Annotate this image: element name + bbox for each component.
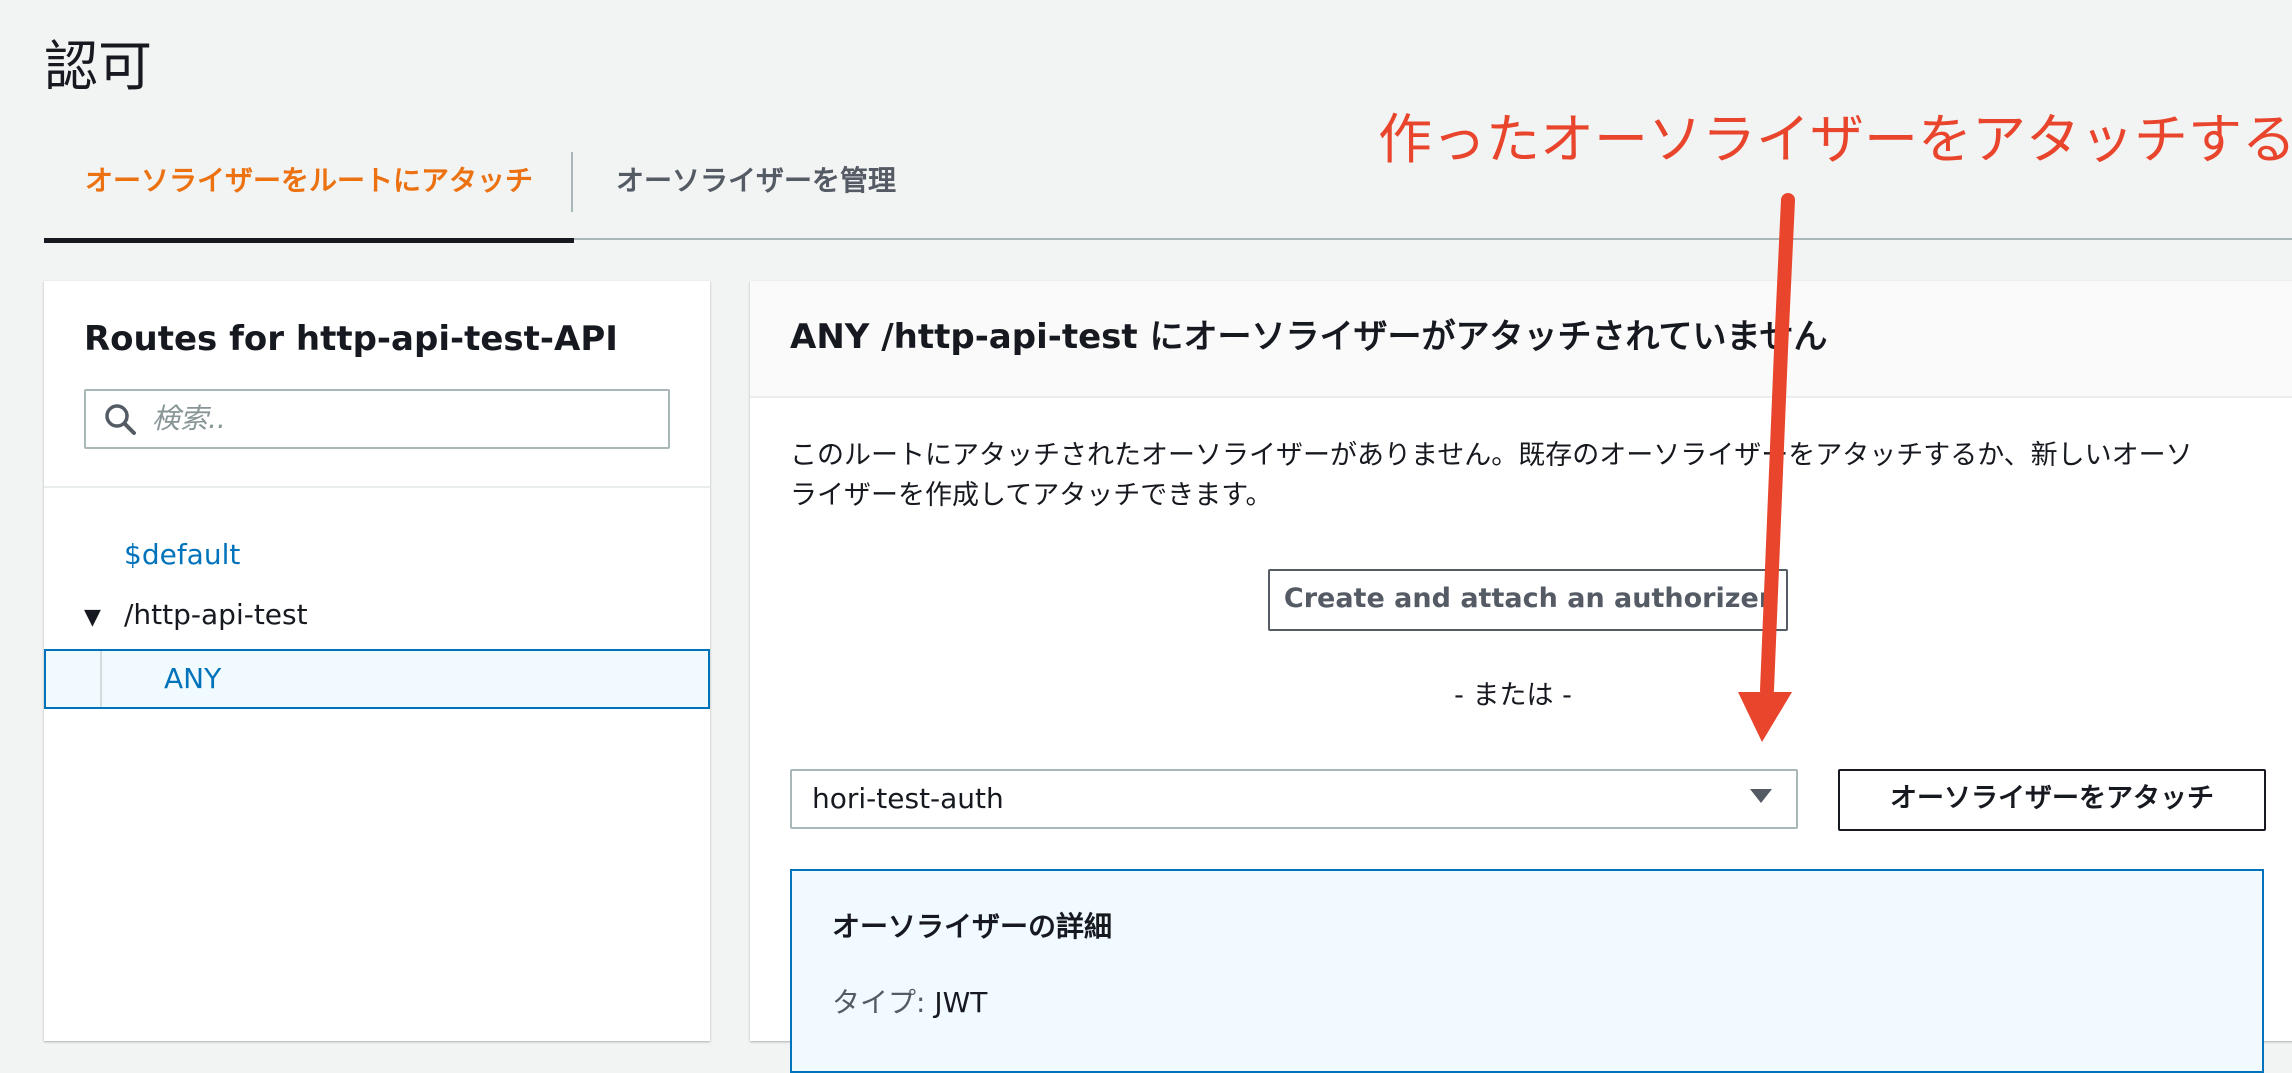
route-path-label: /http-api-test — [124, 598, 308, 631]
tree-guide-line — [100, 651, 102, 707]
main-title: ANY /http-api-test にオーソライザーがアタッチされていません — [790, 317, 1828, 357]
main-panel: ANY /http-api-test にオーソライザーがアタッチされていません … — [750, 281, 2292, 1073]
expand-caret-icon[interactable]: ▼ — [84, 598, 112, 638]
type-label: タイプ: — [832, 986, 926, 1019]
route-any-label: ANY — [164, 662, 222, 695]
search-box[interactable] — [84, 389, 670, 449]
create-authorizer-button[interactable]: Create and attach an authorizer — [1268, 569, 1788, 631]
details-type-row: タイプ: JWT — [832, 983, 987, 1023]
route-item-default[interactable]: $default — [124, 535, 240, 575]
description-line-2: ライザーを作成してアタッチできます。 — [790, 480, 1273, 511]
details-title: オーソライザーの詳細 — [832, 910, 1113, 943]
or-separator: - または - — [1454, 680, 1572, 711]
routes-panel: Routes for http-api-test-API $default ▼ /… — [44, 281, 710, 1041]
tab-attach-authorizer[interactable]: オーソライザーをルートにアタッチ — [44, 150, 574, 243]
attach-authorizer-button[interactable]: オーソライザーをアタッチ — [1838, 769, 2266, 831]
route-item-http-api-test[interactable]: ▼ /http-api-test — [84, 595, 308, 638]
authorizer-select-value: hori-test-auth — [812, 782, 1004, 815]
search-icon — [105, 404, 136, 435]
description-line-1: このルートにアタッチされたオーソライザーがありません。既存のオーソライザーをアタ… — [790, 440, 2193, 471]
route-item-any[interactable]: ANY — [44, 649, 710, 709]
search-input[interactable] — [150, 397, 654, 439]
page-title: 認可 — [44, 35, 152, 98]
chevron-down-icon — [1750, 789, 1772, 803]
description-text: このルートにアタッチされたオーソライザーがありません。既存のオーソライザーをアタ… — [790, 436, 2290, 516]
main-header: ANY /http-api-test にオーソライザーがアタッチされていません — [750, 281, 2292, 398]
authorizer-select[interactable]: hori-test-auth — [790, 769, 1798, 829]
routes-title: Routes for http-api-test-API — [84, 319, 618, 359]
type-value: JWT — [934, 986, 988, 1019]
authorizer-details-panel: オーソライザーの詳細 タイプ: JWT — [790, 869, 2264, 1073]
tab-manage-authorizers[interactable]: オーソライザーを管理 — [616, 150, 896, 238]
routes-header: Routes for http-api-test-API — [44, 281, 710, 488]
tab-divider — [571, 152, 573, 212]
annotation-text: 作ったオーソライザーをアタッチする — [1378, 108, 2292, 171]
